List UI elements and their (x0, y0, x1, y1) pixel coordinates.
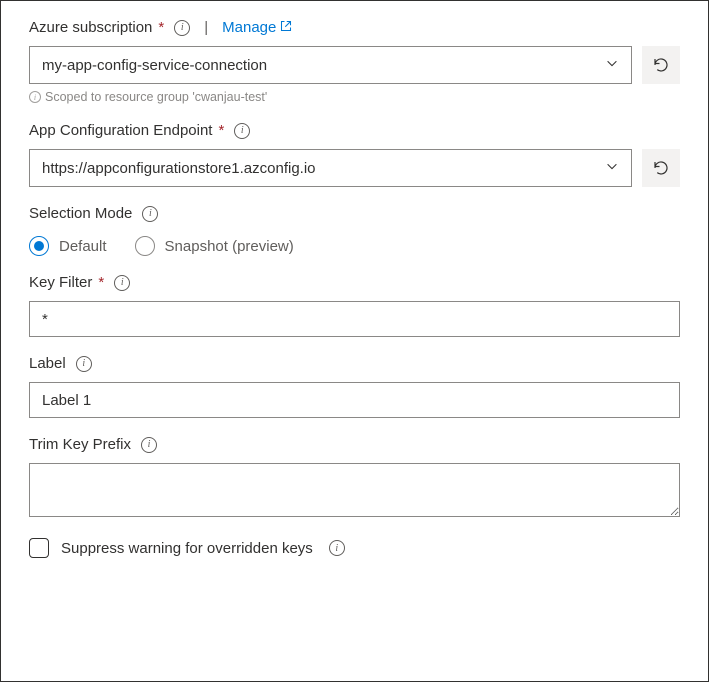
subscription-hint: i Scoped to resource group 'cwanjau-test… (29, 90, 680, 104)
manage-link-text: Manage (222, 19, 276, 36)
radio-icon (135, 236, 155, 256)
subscription-select[interactable]: my-app-config-service-connection (29, 46, 632, 84)
manage-link[interactable]: Manage (222, 19, 292, 36)
chevron-down-icon (605, 159, 619, 177)
label-row: Trim Key Prefix i (29, 436, 680, 453)
field-suppress-warning: Suppress warning for overridden keys i (29, 538, 680, 558)
key-filter-input[interactable] (29, 301, 680, 337)
field-endpoint: App Configuration Endpoint * i https://a… (29, 122, 680, 187)
form-panel: Azure subscription * i | Manage my-app-c… (0, 0, 709, 682)
field-trim-prefix: Trim Key Prefix i (29, 436, 680, 520)
info-icon[interactable]: i (142, 206, 158, 222)
label-row: App Configuration Endpoint * i (29, 122, 680, 139)
label-row: Selection Mode i (29, 205, 680, 222)
radio-icon (29, 236, 49, 256)
label-row: Label i (29, 355, 680, 372)
required-marker: * (98, 274, 104, 291)
separator: | (204, 19, 208, 36)
endpoint-value: https://appconfigurationstore1.azconfig.… (42, 160, 316, 177)
field-key-filter: Key Filter * i (29, 274, 680, 337)
chevron-down-icon (605, 56, 619, 74)
label-row: Key Filter * i (29, 274, 680, 291)
radio-option-default[interactable]: Default (29, 236, 107, 256)
subscription-value: my-app-config-service-connection (42, 57, 267, 74)
radio-group: Default Snapshot (preview) (29, 236, 680, 256)
info-icon[interactable]: i (141, 437, 157, 453)
endpoint-select[interactable]: https://appconfigurationstore1.azconfig.… (29, 149, 632, 187)
info-icon[interactable]: i (329, 540, 345, 556)
select-row: my-app-config-service-connection (29, 46, 680, 84)
key-filter-label: Key Filter (29, 274, 92, 291)
label-row: Azure subscription * i | Manage (29, 19, 680, 36)
radio-label: Snapshot (preview) (165, 238, 294, 255)
required-marker: * (218, 122, 224, 139)
refresh-button[interactable] (642, 46, 680, 84)
field-selection-mode: Selection Mode i Default Snapshot (previ… (29, 205, 680, 256)
label-field-label: Label (29, 355, 66, 372)
refresh-button[interactable] (642, 149, 680, 187)
trim-prefix-input[interactable] (29, 463, 680, 517)
label-input[interactable] (29, 382, 680, 418)
field-label: Label i (29, 355, 680, 418)
endpoint-label: App Configuration Endpoint (29, 122, 212, 139)
subscription-label: Azure subscription (29, 19, 152, 36)
required-marker: * (158, 19, 164, 36)
info-icon[interactable]: i (76, 356, 92, 372)
suppress-label: Suppress warning for overridden keys (61, 540, 313, 557)
trim-prefix-label: Trim Key Prefix (29, 436, 131, 453)
info-icon: i (29, 91, 41, 103)
hint-text: Scoped to resource group 'cwanjau-test' (45, 90, 267, 104)
radio-label: Default (59, 238, 107, 255)
select-row: https://appconfigurationstore1.azconfig.… (29, 149, 680, 187)
external-link-icon (280, 19, 292, 36)
info-icon[interactable]: i (234, 123, 250, 139)
field-azure-subscription: Azure subscription * i | Manage my-app-c… (29, 19, 680, 104)
info-icon[interactable]: i (114, 275, 130, 291)
selection-mode-label: Selection Mode (29, 205, 132, 222)
suppress-checkbox[interactable] (29, 538, 49, 558)
radio-option-snapshot[interactable]: Snapshot (preview) (135, 236, 294, 256)
info-icon[interactable]: i (174, 20, 190, 36)
